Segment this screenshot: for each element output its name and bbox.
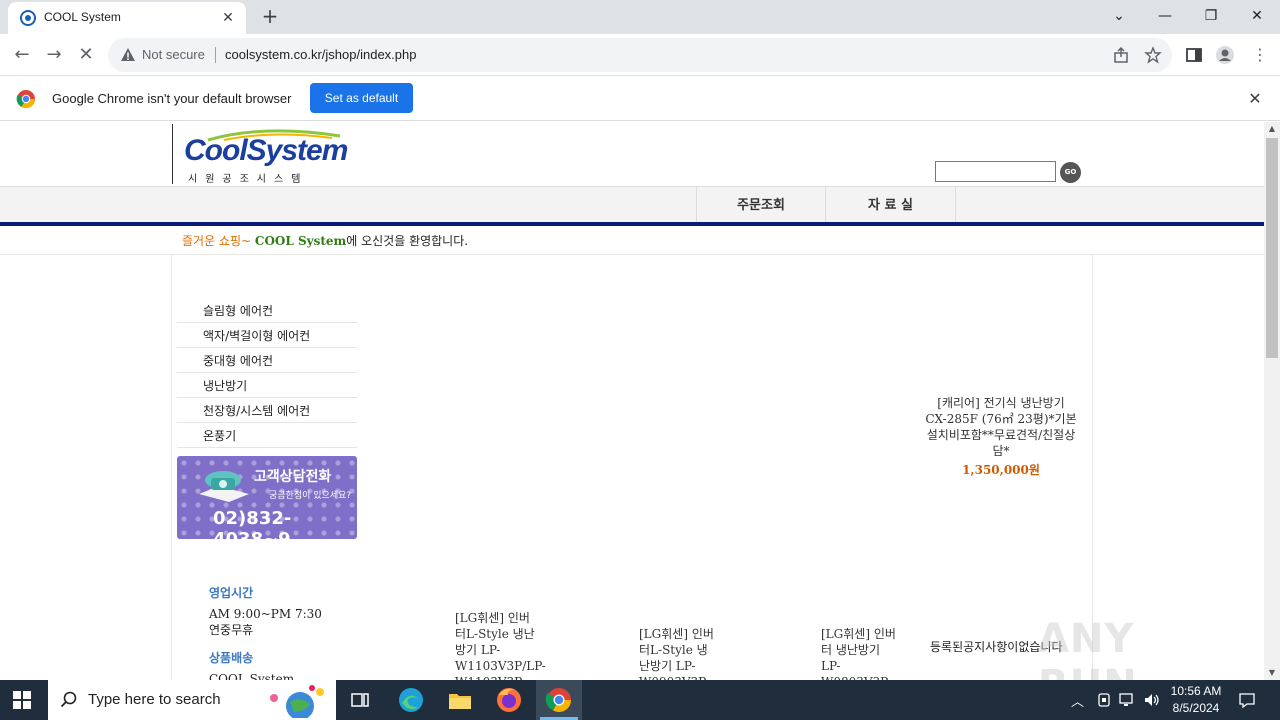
category-heater[interactable]: 온풍기	[177, 423, 357, 448]
browser-tab[interactable]: COOL System ✕	[8, 2, 246, 34]
tab-strip: COOL System ✕ + ⌄ — ❐ ✕	[0, 0, 1280, 34]
cs-phone-number: 02)832-4038~9	[213, 508, 292, 539]
tray-chevron-icon[interactable]: ︿	[1071, 691, 1084, 710]
url-text[interactable]: coolsystem.co.kr/jshop/index.php	[225, 47, 416, 62]
file-explorer-icon[interactable]	[445, 685, 475, 715]
divider	[171, 255, 172, 680]
default-browser-infobar: Google Chrome isn't your default browser…	[0, 77, 1280, 121]
search-highlight-icon	[270, 685, 324, 718]
firefox-icon[interactable]	[494, 685, 524, 715]
scroll-up-icon[interactable]: ▲	[1264, 122, 1280, 136]
volume-icon[interactable]	[1143, 692, 1161, 708]
system-clock[interactable]: 10:56 AM 8/5/2024	[1168, 683, 1224, 717]
category-ceiling-aircon[interactable]: 천장형/시스템 에어컨	[177, 398, 357, 423]
anyrun-watermark: ANY RUN	[1038, 604, 1238, 680]
windows-start-icon[interactable]	[12, 690, 32, 710]
close-window-icon[interactable]: ✕	[1243, 4, 1271, 28]
menu-order-lookup[interactable]: 주문조회	[696, 187, 826, 223]
category-heat-pump[interactable]: 냉난방기	[177, 373, 357, 398]
logo-divider	[172, 124, 173, 184]
menu-kebab-icon[interactable]: ⋮	[1248, 43, 1272, 67]
infobar-close-icon[interactable]: ✕	[1246, 90, 1264, 108]
stop-icon[interactable]: ✕	[74, 43, 98, 67]
cs-subtitle: 궁금한점이 있으세요?	[269, 491, 352, 501]
notification-icon[interactable]	[1238, 691, 1256, 709]
featured-product-price: 1,350,000원	[962, 463, 1040, 477]
taskbar-search[interactable]: Type here to search	[48, 680, 336, 720]
product-item[interactable]: [LG휘센] 인버터L-Style 냉난방기 LP-W1103V3P/LP-W1…	[455, 610, 546, 680]
address-bar[interactable]: Not secure coolsystem.co.kr/jshop/index.…	[108, 38, 1172, 72]
divider	[215, 47, 216, 63]
side-panel-icon[interactable]	[1184, 45, 1204, 65]
tray-device-icon[interactable]	[1096, 692, 1112, 708]
back-icon[interactable]: ←	[10, 43, 34, 67]
search-placeholder: Type here to search	[88, 691, 221, 708]
task-view-icon[interactable]	[345, 685, 375, 715]
product-item[interactable]: [LG휘센] 인버터L-Style 냉난방기 LP-W0903V3P	[639, 626, 717, 680]
bookmark-star-icon[interactable]	[1144, 46, 1162, 64]
tab-title: COOL System	[44, 10, 121, 24]
tab-close-icon[interactable]: ✕	[218, 8, 238, 28]
hours-title: 영업시간	[209, 586, 254, 600]
network-icon[interactable]	[1119, 692, 1137, 708]
edge-icon[interactable]	[396, 685, 426, 715]
product-item[interactable]: [LG휘센] 인버터 냉난방기 LP-W0803V3P	[821, 626, 901, 680]
category-large-aircon[interactable]: 중대형 에어컨	[177, 348, 357, 373]
minimize-icon[interactable]: —	[1151, 4, 1179, 28]
logo-text: CoolSystem	[184, 134, 348, 167]
tab-search-icon[interactable]: ⌄	[1105, 4, 1133, 28]
divider	[0, 254, 1264, 255]
featured-product[interactable]: [캐리어] 전기식 냉난방기 CX-285F (76㎡ 23평)*기본설치비포함…	[925, 395, 1077, 478]
go-button[interactable]: GO	[1060, 162, 1081, 183]
new-tab-icon[interactable]: +	[258, 5, 282, 29]
logo-subtitle: 시원공조시스템	[188, 174, 309, 185]
restore-icon[interactable]: ❐	[1197, 4, 1225, 28]
telephone-icon	[199, 471, 249, 502]
watermark-text: ANY RUN	[1038, 616, 1137, 680]
scroll-down-icon[interactable]: ▼	[1264, 666, 1280, 680]
menu-resources[interactable]: 자 료 실	[826, 187, 956, 223]
browser-toolbar: ← → ✕ Not secure coolsystem.co.kr/jshop/…	[0, 34, 1280, 76]
site-logo[interactable]: CoolSystem 시원공조시스템	[184, 128, 348, 185]
category-wall-aircon[interactable]: 액자/벽걸이형 에어컨	[177, 323, 357, 348]
chrome-logo-icon	[16, 90, 35, 109]
security-label: Not secure	[142, 47, 205, 62]
chrome-icon[interactable]	[544, 685, 574, 715]
cs-title: 고객상담전화	[254, 469, 332, 485]
scroll-thumb[interactable]	[1266, 138, 1278, 358]
top-menu: 주문조회 자 료 실	[0, 186, 1264, 223]
delivery-title: 상품배송	[209, 651, 254, 665]
site-favicon-icon	[20, 10, 36, 26]
welcome-message: 즐거운 쇼핑~ COOL System에 오신것을 환영합니다.	[182, 234, 469, 248]
page-scrollbar[interactable]: ▲ ▼	[1264, 122, 1280, 680]
windows-taskbar: Type here to search ︿ 10:56 AM 8/5/2024	[0, 680, 1280, 720]
category-list: 슬림형 에어컨 액자/벽걸이형 에어컨 중대형 에어컨 냉난방기 천장형/시스템…	[177, 298, 357, 448]
clock-time: 10:56 AM	[1170, 684, 1222, 698]
web-page: CoolSystem 시원공조시스템 GO 주문조회 자 료 실 즐거운 쇼핑~…	[0, 122, 1264, 680]
profile-icon[interactable]	[1215, 45, 1235, 65]
set-default-button[interactable]: Set as default	[310, 83, 413, 113]
menu-underline	[0, 222, 1264, 226]
customer-service-banner[interactable]: 고객상담전화 궁금한점이 있으세요? 02)832-4038~9	[177, 456, 357, 539]
featured-product-name[interactable]: [캐리어] 전기식 냉난방기 CX-285F (76㎡ 23평)*기본설치비포함…	[925, 395, 1077, 459]
delivery-text: COOL System	[209, 672, 295, 680]
search-icon	[60, 691, 77, 708]
warning-icon	[121, 48, 135, 61]
hours-days: 연중무휴	[209, 623, 254, 637]
forward-icon[interactable]: →	[42, 43, 66, 67]
infobar-message: Google Chrome isn't your default browser	[52, 91, 292, 106]
hours-text: AM 9:00~PM 7:30	[209, 607, 322, 621]
site-search-input[interactable]	[935, 161, 1056, 182]
category-slim-aircon[interactable]: 슬림형 에어컨	[177, 298, 357, 323]
clock-date: 8/5/2024	[1172, 701, 1220, 715]
share-icon[interactable]	[1112, 46, 1130, 64]
